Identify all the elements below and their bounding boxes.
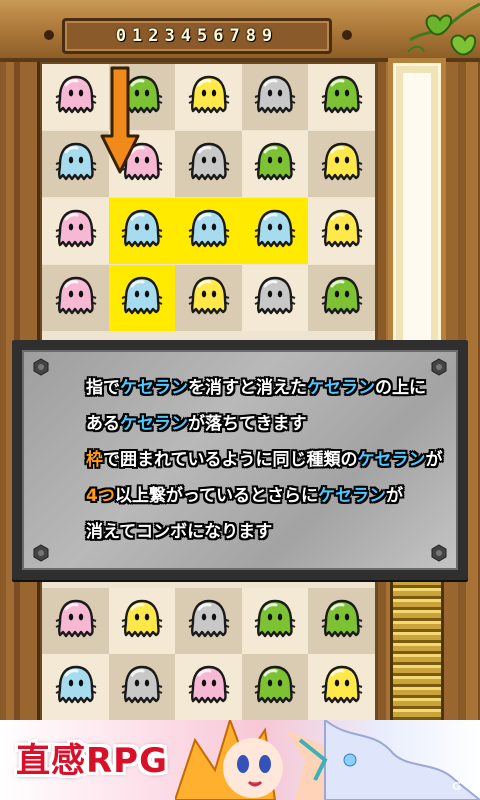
kesaran-pink-icon — [187, 663, 231, 707]
kesaran-yellow-icon — [320, 663, 364, 707]
power-meter-fill — [403, 73, 431, 343]
tutorial-text-run: の上に — [375, 378, 426, 398]
kesaran-yellow-icon — [320, 140, 364, 184]
power-meter — [388, 58, 446, 348]
kesaran-pink-icon — [54, 207, 98, 251]
board-cell[interactable] — [42, 654, 109, 720]
board-cell[interactable] — [241, 64, 309, 130]
kesaran-blue-icon — [120, 274, 164, 318]
kesaran-yellow-icon — [187, 274, 231, 318]
kesaran-green-icon — [320, 73, 364, 117]
kesaran-pink-icon — [54, 73, 98, 117]
banner-title: 直感RPG — [16, 741, 169, 781]
board-cell[interactable] — [175, 588, 243, 654]
score-plate: 0123456789 — [62, 18, 332, 54]
board-cell[interactable] — [241, 131, 309, 197]
bolt-icon — [342, 30, 352, 40]
tutorial-text-run: ある — [86, 414, 120, 434]
watermark-logo: G — [452, 780, 462, 793]
tutorial-text-run: ケセラン — [120, 378, 188, 398]
board-cell[interactable] — [42, 131, 109, 197]
board-cell[interactable] — [308, 654, 376, 720]
kesaran-yellow-icon — [320, 207, 364, 251]
tutorial-text-run: で囲まれているように同じ種類の — [103, 450, 358, 470]
score-digits: 0123456789 — [115, 26, 279, 46]
board-cell[interactable] — [42, 64, 109, 130]
board-cell[interactable] — [308, 588, 376, 654]
kesaran-gray-icon — [253, 73, 297, 117]
board-cell[interactable] — [308, 131, 376, 197]
tutorial-panel: 指でケセランを消すと消えたケセランの上に あるケセランが落ちてきます 枠で囲まれてい… — [22, 350, 458, 570]
tutorial-line: 消えてコンボになります — [86, 514, 466, 550]
kesaran-gray-icon — [187, 140, 231, 184]
kesaran-green-icon — [253, 597, 297, 641]
tutorial-text-run: 指で — [86, 378, 120, 398]
board-cell[interactable] — [108, 654, 176, 720]
spring-gauge — [390, 580, 444, 720]
board-cell[interactable] — [175, 131, 243, 197]
anime-character-art — [175, 720, 480, 800]
kesaran-green-icon — [320, 597, 364, 641]
kesaran-yellow-icon — [187, 73, 231, 117]
kesaran-yellow-icon — [120, 597, 164, 641]
bolt-icon — [44, 30, 54, 40]
ad-banner[interactable]: 直感RPG G — [0, 720, 480, 800]
tutorial-text-run: が — [425, 450, 443, 470]
tutorial-text-run: ケセラン — [120, 414, 188, 434]
tutorial-line: 枠で囲まれているように同じ種類のケセランが — [86, 442, 466, 478]
tutorial-dialog[interactable]: 指でケセランを消すと消えたケセランの上に あるケセランが落ちてきます 枠で囲まれてい… — [12, 340, 468, 580]
tutorial-text-run: ケセラン — [357, 450, 426, 470]
board-cell[interactable] — [175, 64, 243, 130]
board-cell[interactable] — [42, 265, 109, 331]
board-cell[interactable] — [108, 588, 176, 654]
board-cell[interactable] — [241, 265, 309, 331]
kesaran-gray-icon — [253, 274, 297, 318]
board-cell[interactable] — [42, 198, 109, 264]
board-cell[interactable] — [241, 654, 309, 720]
tutorial-text-run: が落ちてきます — [188, 414, 307, 434]
tutorial-text-run: ケセラン — [307, 378, 375, 398]
kesaran-gray-icon — [187, 597, 231, 641]
kesaran-green-icon — [253, 140, 297, 184]
kesaran-blue-icon — [187, 207, 231, 251]
tutorial-line: あるケセランが落ちてきます — [86, 406, 466, 442]
board-cell[interactable] — [175, 654, 243, 720]
board-cell[interactable] — [241, 588, 309, 654]
board-cell[interactable] — [308, 64, 376, 130]
board-cell[interactable] — [308, 198, 376, 264]
tutorial-text-run: 4つ — [86, 486, 115, 506]
tutorial-text-run: が — [386, 486, 403, 506]
kesaran-pink-icon — [54, 597, 98, 641]
kesaran-green-icon — [320, 274, 364, 318]
hex-bolt-icon — [33, 544, 49, 562]
kesaran-blue-icon — [54, 663, 98, 707]
tutorial-line: 指でケセランを消すと消えたケセランの上に — [86, 370, 466, 406]
kesaran-green-icon — [253, 663, 297, 707]
tutorial-line: 4つ以上繋がっているとさらにケセランが — [86, 478, 466, 514]
board-cell[interactable] — [108, 265, 176, 331]
tutorial-text: 指でケセランを消すと消えたケセランの上に あるケセランが落ちてきます 枠で囲まれてい… — [86, 370, 466, 550]
tutorial-text-run: 以上繋がっているとさらに — [114, 486, 318, 506]
kesaran-pink-icon — [54, 274, 98, 318]
kesaran-blue-icon — [253, 207, 297, 251]
tutorial-text-run: ケセラン — [318, 486, 386, 506]
board-cell[interactable] — [175, 265, 243, 331]
board-cell[interactable] — [175, 198, 243, 264]
hex-bolt-icon — [33, 358, 49, 376]
down-arrow-icon — [100, 66, 140, 174]
board-cell[interactable] — [308, 265, 376, 331]
vine-leaves-icon — [407, 2, 480, 56]
board-cell[interactable] — [241, 198, 309, 264]
tutorial-text-run: を消すと消えた — [188, 378, 307, 398]
board-cell[interactable] — [42, 588, 109, 654]
kesaran-blue-icon — [120, 207, 164, 251]
kesaran-gray-icon — [120, 663, 164, 707]
board-cell[interactable] — [108, 198, 176, 264]
tutorial-text-run: 消えてコンボになります — [86, 522, 273, 542]
tutorial-text-run: 枠 — [86, 450, 103, 470]
kesaran-blue-icon — [54, 140, 98, 184]
